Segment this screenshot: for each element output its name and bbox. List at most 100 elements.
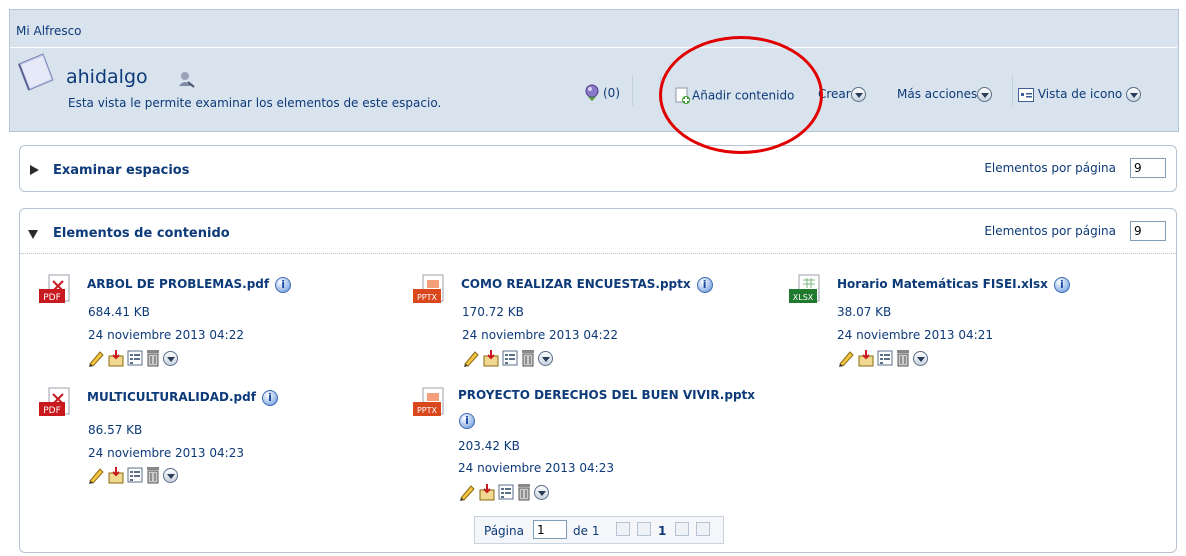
item-actions xyxy=(87,349,178,367)
checkout-icon[interactable] xyxy=(482,349,500,367)
first-page-button[interactable] xyxy=(616,522,630,536)
item-actions xyxy=(462,349,553,367)
file-name-link[interactable]: COMO REALIZAR ENCUESTAS.pptx i xyxy=(461,277,713,293)
info-icon[interactable]: i xyxy=(696,277,713,293)
checkout-icon[interactable] xyxy=(857,349,875,367)
file-date: 24 noviembre 2013 04:22 xyxy=(462,328,618,342)
file-name-link[interactable]: MULTICULTURALIDAD.pdf i xyxy=(87,390,278,406)
chevron-down-icon[interactable] xyxy=(977,87,993,102)
spaces-panel-header[interactable]: Examinar espacios Elementos por página xyxy=(20,146,1176,191)
spaces-per-page-input[interactable] xyxy=(1130,158,1166,178)
edit-icon[interactable] xyxy=(458,483,476,501)
info-icon[interactable]: i xyxy=(1053,277,1070,293)
page-total: de 1 xyxy=(573,524,600,538)
content-panel: Elementos de contenido Elementos por pág… xyxy=(19,208,1177,553)
spaces-panel-title[interactable]: Examinar espacios xyxy=(53,163,189,178)
spaces-panel: Examinar espacios Elementos por página xyxy=(19,145,1177,192)
details-icon[interactable] xyxy=(877,349,893,367)
breadcrumb[interactable]: Mi Alfresco xyxy=(16,24,82,38)
space-icon xyxy=(18,53,54,91)
info-icon[interactable]: i xyxy=(275,277,292,293)
header-divider xyxy=(10,47,1177,48)
more-actions-menu[interactable]: Más acciones xyxy=(897,87,993,102)
create-menu[interactable]: Crear xyxy=(818,87,866,102)
more-actions-label: Más acciones xyxy=(897,87,978,101)
details-icon[interactable] xyxy=(127,466,143,484)
file-date: 24 noviembre 2013 04:23 xyxy=(88,446,244,460)
pdf-file-icon[interactable]: PDF xyxy=(39,386,73,420)
file-name-link[interactable]: ARBOL DE PROBLEMAS.pdf i xyxy=(87,277,292,293)
per-page-label: Elementos por página xyxy=(984,224,1116,238)
checkout-icon[interactable] xyxy=(107,349,125,367)
info-icon[interactable]: i xyxy=(459,413,475,429)
more-actions-icon[interactable] xyxy=(534,484,549,500)
chevron-down-icon[interactable] xyxy=(1126,87,1142,102)
content-panel-title[interactable]: Elementos de contenido xyxy=(53,226,230,241)
toolbar-separator xyxy=(632,76,633,106)
delete-icon[interactable] xyxy=(895,349,911,367)
more-actions-icon[interactable] xyxy=(538,350,553,366)
svg-text:PPTX: PPTX xyxy=(417,406,438,415)
page-label: Página xyxy=(484,524,524,538)
more-actions-icon[interactable] xyxy=(163,350,178,366)
pptx-file-icon[interactable]: PPTX xyxy=(413,273,447,307)
pptx-file-icon[interactable]: PPTX xyxy=(413,386,447,420)
delete-icon[interactable] xyxy=(145,466,161,484)
svg-text:XLSX: XLSX xyxy=(793,293,814,302)
last-page-button[interactable] xyxy=(696,522,710,536)
checkout-icon[interactable] xyxy=(107,466,125,484)
edit-icon[interactable] xyxy=(87,466,105,484)
file-size: 684.41 KB xyxy=(88,305,150,319)
file-size: 203.42 KB xyxy=(458,439,520,453)
file-name-link[interactable]: PROYECTO DERECHOS DEL BUEN VIVIR.pptx xyxy=(458,388,755,402)
chevron-down-icon[interactable] xyxy=(850,87,866,102)
content-per-page-input[interactable] xyxy=(1130,221,1166,241)
expand-icon[interactable] xyxy=(30,165,39,175)
more-actions-icon[interactable] xyxy=(913,350,928,366)
file-date: 24 noviembre 2013 04:23 xyxy=(458,461,614,475)
delete-icon[interactable] xyxy=(516,483,532,501)
details-icon[interactable] xyxy=(498,483,514,501)
pdf-file-icon[interactable]: PDF xyxy=(39,273,73,307)
checkout-icon[interactable] xyxy=(478,483,496,501)
rules-icon[interactable] xyxy=(583,83,601,101)
edit-icon[interactable] xyxy=(462,349,480,367)
prev-page-button[interactable] xyxy=(637,522,651,536)
current-page-number[interactable]: 1 xyxy=(658,524,666,538)
file-size: 38.07 KB xyxy=(837,305,892,319)
info-icon[interactable]: i xyxy=(261,390,278,406)
file-date: 24 noviembre 2013 04:22 xyxy=(88,328,244,342)
collapse-icon[interactable] xyxy=(28,230,38,239)
svg-text:PPTX: PPTX xyxy=(417,293,438,302)
file-name-link[interactable]: Horario Matemáticas FISEI.xlsx i xyxy=(837,277,1070,293)
xlsx-file-icon[interactable]: XLSX xyxy=(789,273,823,307)
view-label: Vista de icono xyxy=(1037,87,1123,101)
more-actions-icon[interactable] xyxy=(163,467,178,483)
file-size: 86.57 KB xyxy=(88,423,143,437)
rules-count[interactable]: (0) xyxy=(603,86,620,100)
space-name: ahidalgo xyxy=(66,66,148,88)
content-panel-header[interactable]: Elementos de contenido Elementos por pág… xyxy=(20,209,1176,254)
details-icon[interactable] xyxy=(502,349,518,367)
page-input[interactable] xyxy=(533,520,567,539)
item-actions xyxy=(837,349,928,367)
panel-divider xyxy=(20,253,1176,254)
view-icon xyxy=(1018,87,1034,102)
next-page-button[interactable] xyxy=(675,522,689,536)
file-date: 24 noviembre 2013 04:21 xyxy=(837,328,993,342)
space-description: Esta vista le permite examinar los eleme… xyxy=(68,96,442,110)
item-actions xyxy=(87,466,178,484)
delete-icon[interactable] xyxy=(520,349,536,367)
svg-text:PDF: PDF xyxy=(43,293,61,303)
user-icon[interactable] xyxy=(177,70,195,88)
edit-icon[interactable] xyxy=(837,349,855,367)
toolbar-separator xyxy=(1012,76,1013,106)
item-actions xyxy=(458,483,549,501)
edit-icon[interactable] xyxy=(87,349,105,367)
details-icon[interactable] xyxy=(127,349,143,367)
file-size: 170.72 KB xyxy=(462,305,524,319)
view-menu[interactable]: Vista de icono xyxy=(1018,87,1142,102)
delete-icon[interactable] xyxy=(145,349,161,367)
per-page-label: Elementos por página xyxy=(984,161,1116,175)
pagination: Página de 1 1 xyxy=(474,516,724,544)
